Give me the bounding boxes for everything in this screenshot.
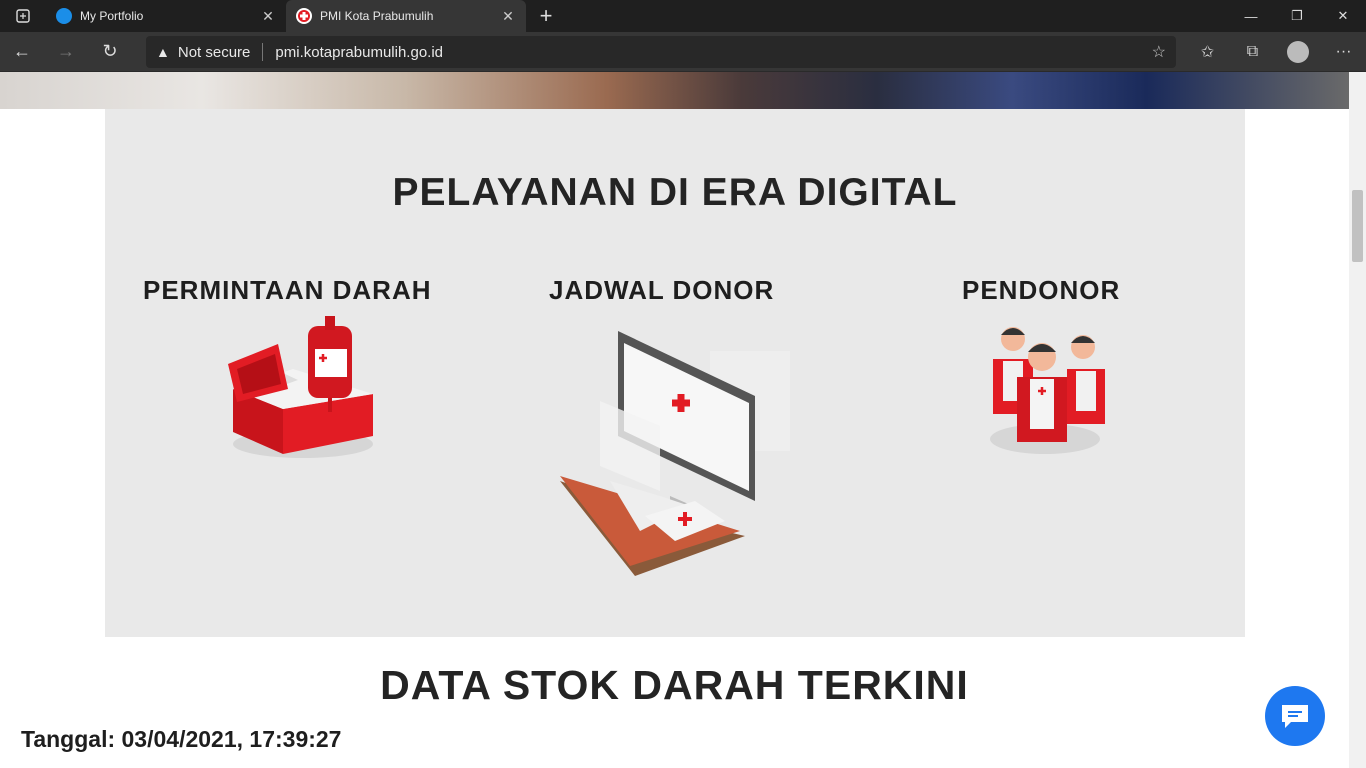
- hero-image: [0, 72, 1349, 109]
- portfolio-favicon-icon: [56, 8, 72, 24]
- scrollbar-thumb[interactable]: [1352, 190, 1363, 262]
- restore-icon[interactable]: ❐: [1274, 0, 1320, 32]
- divider: [262, 43, 264, 61]
- minimize-icon[interactable]: —: [1228, 0, 1274, 32]
- monitor-medical-icon[interactable]: [560, 331, 800, 591]
- stock-title: DATA STOK DARAH TERKINI: [380, 662, 969, 708]
- tab-title: PMI Kota Prabumulih: [320, 9, 434, 23]
- donor-group-icon[interactable]: [985, 319, 1125, 474]
- page-viewport: PELAYANAN DI ERA DIGITAL PERMINTAAN DARA…: [0, 72, 1349, 768]
- chat-button[interactable]: [1265, 686, 1325, 746]
- tab-actions-icon[interactable]: [0, 0, 46, 32]
- blood-bag-cooler-icon[interactable]: [223, 314, 383, 466]
- tab-pmi-kota-prabumulih[interactable]: PMI Kota Prabumulih ✕: [286, 0, 526, 32]
- collections-icon[interactable]: ⧉: [1230, 43, 1275, 61]
- close-tab-icon[interactable]: ✕: [260, 8, 276, 25]
- new-tab-icon[interactable]: +: [530, 0, 562, 32]
- address-bar[interactable]: ▲ Not secure pmi.kotaprabumulih.go.id ☆: [146, 36, 1176, 68]
- more-menu-icon[interactable]: ···: [1321, 43, 1366, 61]
- security-label: Not secure: [177, 43, 251, 61]
- profile-avatar-icon[interactable]: [1287, 41, 1309, 63]
- services-section: PELAYANAN DI ERA DIGITAL PERMINTAAN DARA…: [105, 109, 1245, 637]
- browser-tab-bar: My Portfolio ✕ PMI Kota Prabumulih ✕ + —…: [0, 0, 1366, 32]
- refresh-icon[interactable]: ↻: [88, 32, 132, 72]
- chat-bubble-icon: [1282, 705, 1308, 728]
- section-title: PELAYANAN DI ERA DIGITAL: [392, 171, 958, 214]
- pmi-favicon-icon: [296, 8, 312, 24]
- url-text: pmi.kotaprabumulih.go.id: [275, 43, 443, 61]
- add-favorite-icon[interactable]: ☆: [1152, 42, 1166, 62]
- tab-title: My Portfolio: [80, 9, 144, 23]
- warning-icon: ▲: [156, 44, 170, 60]
- service-label-jadwal[interactable]: JADWAL DONOR: [549, 275, 774, 306]
- service-label-pendonor[interactable]: PENDONOR: [962, 275, 1120, 306]
- stock-date: Tanggal: 03/04/2021, 17:39:27: [21, 726, 342, 752]
- page-scrollbar[interactable]: [1349, 72, 1366, 768]
- browser-toolbar: ← → ↻ ▲ Not secure pmi.kotaprabumulih.go…: [0, 32, 1366, 72]
- forward-icon[interactable]: →: [44, 32, 88, 72]
- favorites-icon[interactable]: ✩: [1185, 42, 1230, 62]
- tab-my-portfolio[interactable]: My Portfolio ✕: [46, 0, 286, 32]
- back-icon[interactable]: ←: [0, 32, 44, 72]
- close-tab-icon[interactable]: ✕: [500, 8, 516, 25]
- service-label-permintaan[interactable]: PERMINTAAN DARAH: [143, 275, 432, 306]
- close-window-icon[interactable]: ✕: [1320, 0, 1366, 32]
